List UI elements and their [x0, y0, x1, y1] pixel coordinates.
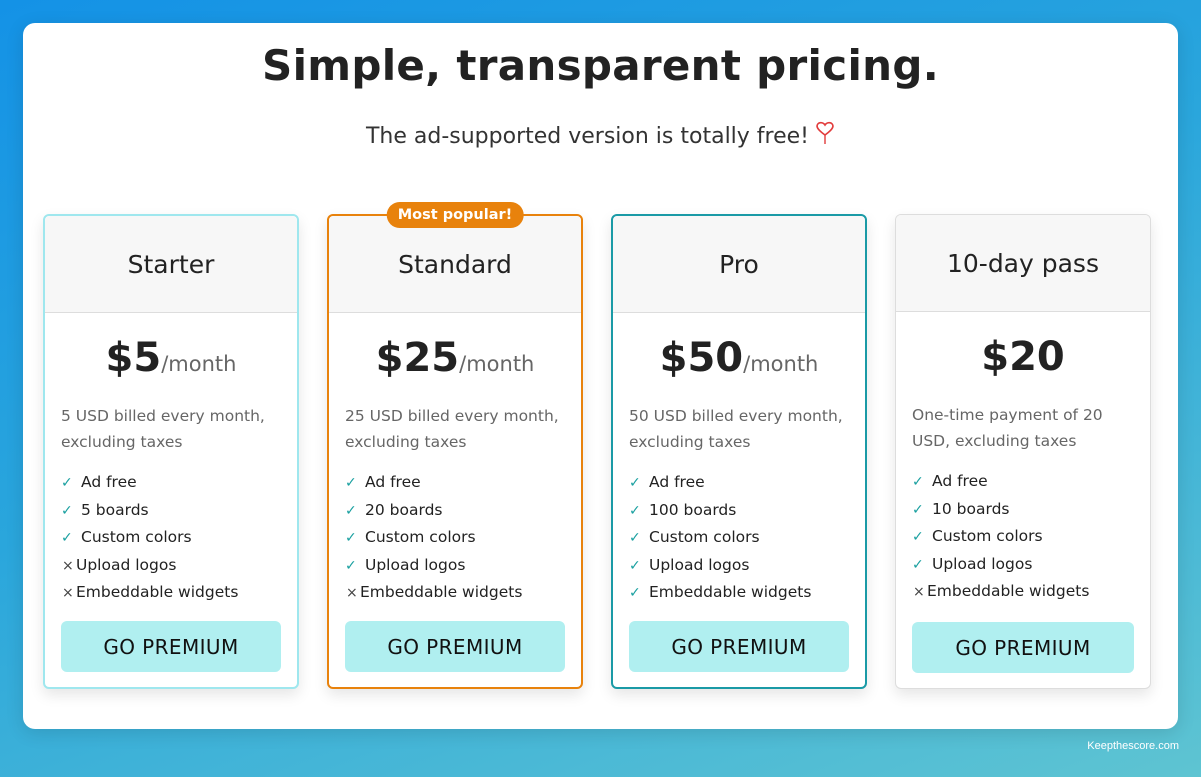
feature-list: ✓ Ad free ✓ 20 boards ✓ Custom colors ✓ Uplo…	[345, 469, 581, 607]
cross-icon: ×	[62, 585, 74, 601]
feature-item: ✓ Custom colors	[61, 524, 297, 552]
feature-label: Embeddable widgets	[649, 583, 812, 601]
page-title: Simple, transparent pricing.	[262, 41, 939, 90]
check-icon: ✓	[629, 502, 641, 519]
check-icon: ✓	[345, 475, 357, 491]
feature-label: Ad free	[81, 473, 137, 491]
feature-label: Custom colors	[649, 528, 760, 546]
billing-note: 5 USD billed every month, excluding taxe…	[61, 407, 265, 451]
feature-item: ✓ Upload logos	[912, 551, 1150, 579]
feature-item: ✓ Ad free	[629, 469, 865, 497]
billing-note: 50 USD billed every month, excluding tax…	[629, 407, 843, 451]
site-watermark: Keepthescore.com	[1087, 740, 1179, 752]
check-icon: ✓	[629, 557, 641, 574]
feature-label: Embeddable widgets	[927, 582, 1090, 600]
cross-icon: ×	[913, 584, 925, 600]
feature-label: Custom colors	[365, 528, 476, 546]
feature-label: Embeddable widgets	[360, 583, 523, 601]
check-icon: ✓	[345, 557, 357, 574]
price-row: $25/month	[329, 335, 581, 387]
plan-card-standard: Most popular! Standard $25/month 25 USD …	[327, 202, 583, 689]
feature-item: ✓ 100 boards	[629, 497, 865, 525]
plan-card-starter: Starter $5/month 5 USD billed every mont…	[43, 214, 299, 689]
most-popular-badge: Most popular!	[386, 202, 524, 228]
feature-list: ✓ Ad free ✓ 100 boards ✓ Custom colors ✓ Upl…	[629, 469, 865, 607]
feature-label: Upload logos	[932, 554, 1033, 573]
feature-label: Ad free	[649, 473, 705, 491]
billing-note: One-time payment of 20 USD, excluding ta…	[912, 406, 1103, 450]
feature-item: ✓ Custom colors	[345, 524, 581, 552]
feature-label: 20 boards	[365, 500, 443, 519]
check-icon: ✓	[629, 585, 641, 601]
plan-name: Standard	[329, 216, 581, 313]
feature-item: × Embeddable widgets	[61, 579, 297, 607]
cross-icon: ×	[62, 557, 74, 574]
feature-item: × Upload logos	[61, 552, 297, 580]
feature-item: ✓ Upload logos	[345, 552, 581, 580]
check-icon: ✓	[345, 530, 357, 546]
feature-item: ✓ Embeddable widgets	[629, 579, 865, 607]
feature-label: Upload logos	[76, 555, 177, 574]
feature-item: × Embeddable widgets	[912, 578, 1150, 606]
cross-icon: ×	[346, 585, 358, 601]
plan-name: 10-day pass	[896, 215, 1150, 312]
check-icon: ✓	[912, 501, 924, 518]
plan-price: $20	[981, 334, 1065, 380]
feature-item: ✓ Ad free	[345, 469, 581, 497]
go-premium-button-10-day-pass[interactable]: GO PREMIUM	[912, 622, 1134, 673]
check-icon: ✓	[629, 530, 641, 546]
plan-period: /month	[743, 352, 819, 376]
feature-list: ✓ Ad free ✓ 5 boards ✓ Custom colors × Uploa…	[61, 469, 297, 607]
heart-icon	[815, 121, 835, 151]
feature-label: Ad free	[932, 472, 988, 490]
check-icon: ✓	[912, 529, 924, 545]
check-icon: ✓	[61, 475, 73, 491]
check-icon: ✓	[629, 475, 641, 491]
pricing-panel: Simple, transparent pricing. The ad-supp…	[23, 23, 1178, 729]
plan-card-10-day-pass: 10-day pass $20 One-time payment of 20 U…	[895, 214, 1151, 689]
feature-item: ✓ 20 boards	[345, 497, 581, 525]
plan-price: $25	[375, 335, 460, 381]
feature-label: Custom colors	[932, 527, 1043, 545]
feature-label: 100 boards	[649, 500, 737, 519]
go-premium-button-starter[interactable]: GO PREMIUM	[61, 621, 281, 672]
feature-item: ✓ 10 boards	[912, 496, 1150, 524]
plan-price: $50	[659, 335, 744, 381]
plan-price: $5	[105, 335, 162, 381]
feature-item: ✓ 5 boards	[61, 497, 297, 525]
feature-item: ✓ Upload logos	[629, 552, 865, 580]
check-icon: ✓	[912, 474, 924, 490]
plan-name: Starter	[45, 216, 297, 313]
feature-label: Custom colors	[81, 528, 192, 546]
feature-label: Embeddable widgets	[76, 583, 239, 601]
plan-card-pro: Pro $50/month 50 USD billed every month,…	[611, 214, 867, 689]
check-icon: ✓	[912, 556, 924, 573]
feature-item: ✓ Ad free	[61, 469, 297, 497]
feature-item: ✓ Ad free	[912, 468, 1150, 496]
price-row: $50/month	[613, 335, 865, 387]
feature-label: 5 boards	[81, 500, 149, 519]
feature-list: ✓ Ad free ✓ 10 boards ✓ Custom colors ✓ Uplo…	[912, 468, 1150, 606]
feature-label: 10 boards	[932, 499, 1010, 518]
check-icon: ✓	[61, 530, 73, 546]
go-premium-button-standard[interactable]: GO PREMIUM	[345, 621, 565, 672]
check-icon: ✓	[345, 502, 357, 519]
page-subtitle: The ad-supported version is totally free…	[23, 121, 1178, 151]
subtitle-text: The ad-supported version is totally free…	[365, 124, 810, 149]
feature-item: × Embeddable widgets	[345, 579, 581, 607]
feature-label: Ad free	[365, 473, 421, 491]
feature-item: ✓ Custom colors	[629, 524, 865, 552]
feature-item: ✓ Custom colors	[912, 523, 1150, 551]
feature-label: Upload logos	[365, 555, 466, 574]
billing-note: 25 USD billed every month, excluding tax…	[345, 407, 559, 451]
feature-label: Upload logos	[649, 555, 750, 574]
plan-period: /month	[161, 352, 237, 376]
check-icon: ✓	[61, 502, 73, 519]
plan-name: Pro	[613, 216, 865, 313]
go-premium-button-pro[interactable]: GO PREMIUM	[629, 621, 849, 672]
price-row: $20	[896, 334, 1150, 386]
price-row: $5/month	[45, 335, 297, 387]
plan-period: /month	[459, 352, 535, 376]
